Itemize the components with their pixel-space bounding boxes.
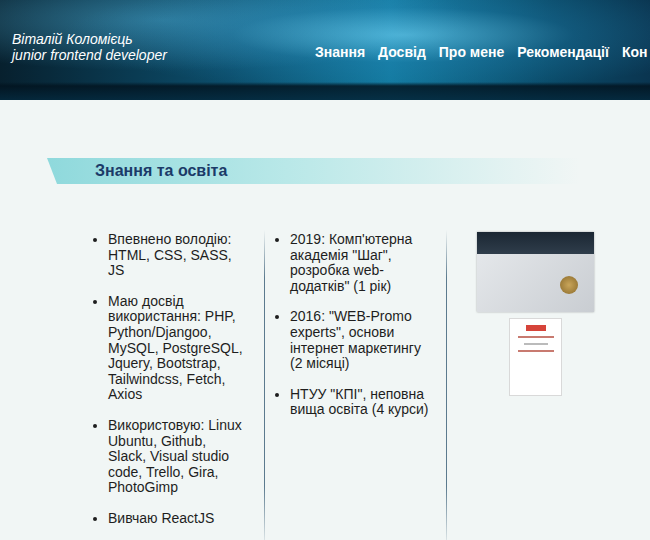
nav-item[interactable]: Знання <box>315 44 365 60</box>
skill-item: Впевнено володію: HTML, CSS, SASS, JS <box>108 232 244 279</box>
nav-item[interactable]: Кон <box>622 44 648 60</box>
author-name: Віталій Коломієць <box>12 31 315 47</box>
brand: Віталій Коломієць junior frontend develo… <box>0 31 315 63</box>
nav-item[interactable]: Про мене <box>439 44 504 60</box>
columns: Впевнено володію: HTML, CSS, SASS, JS Маю… <box>0 230 650 540</box>
certificate-image[interactable] <box>509 318 562 396</box>
nav-item[interactable]: Досвід <box>378 44 426 60</box>
education-item: 2016: "WEB-Promo experts", основи інтерн… <box>290 309 432 371</box>
author-role: junior frontend developer <box>12 47 315 63</box>
header: Віталій Коломієць junior frontend develo… <box>0 0 650 100</box>
skills-list: Впевнено володію: HTML, CSS, SASS, JS Маю… <box>92 230 264 540</box>
education-list: 2019: Комп'ютерна академія "Шаг", розроб… <box>265 230 446 540</box>
section-title: Знання та освіта <box>47 162 227 180</box>
section-banner: Знання та освіта <box>47 158 580 184</box>
skill-item: Маю досвід використання: PHP, Python/Dja… <box>108 294 244 403</box>
diploma-image[interactable] <box>477 232 594 312</box>
education-item: 2019: Комп'ютерна академія "Шаг", розроб… <box>290 232 432 294</box>
skill-item: Вивчаю ReactJS <box>108 511 244 527</box>
education-item: НТУУ "КПІ", неповна вища освіта (4 курси… <box>290 387 432 418</box>
main-nav: Знання Досвід Про мене Рекомендації Кон <box>315 44 647 60</box>
knowledge-section: Знання та освіта Впевнено володію: HTML,… <box>0 100 650 540</box>
page: Віталій Коломієць junior frontend develo… <box>0 0 650 540</box>
skill-item: Використовую: Linux Ubuntu, Github, Slac… <box>108 418 244 496</box>
nav-item[interactable]: Рекомендації <box>517 44 609 60</box>
column-divider <box>264 230 265 540</box>
certificates <box>447 230 627 540</box>
column-divider <box>446 230 447 540</box>
